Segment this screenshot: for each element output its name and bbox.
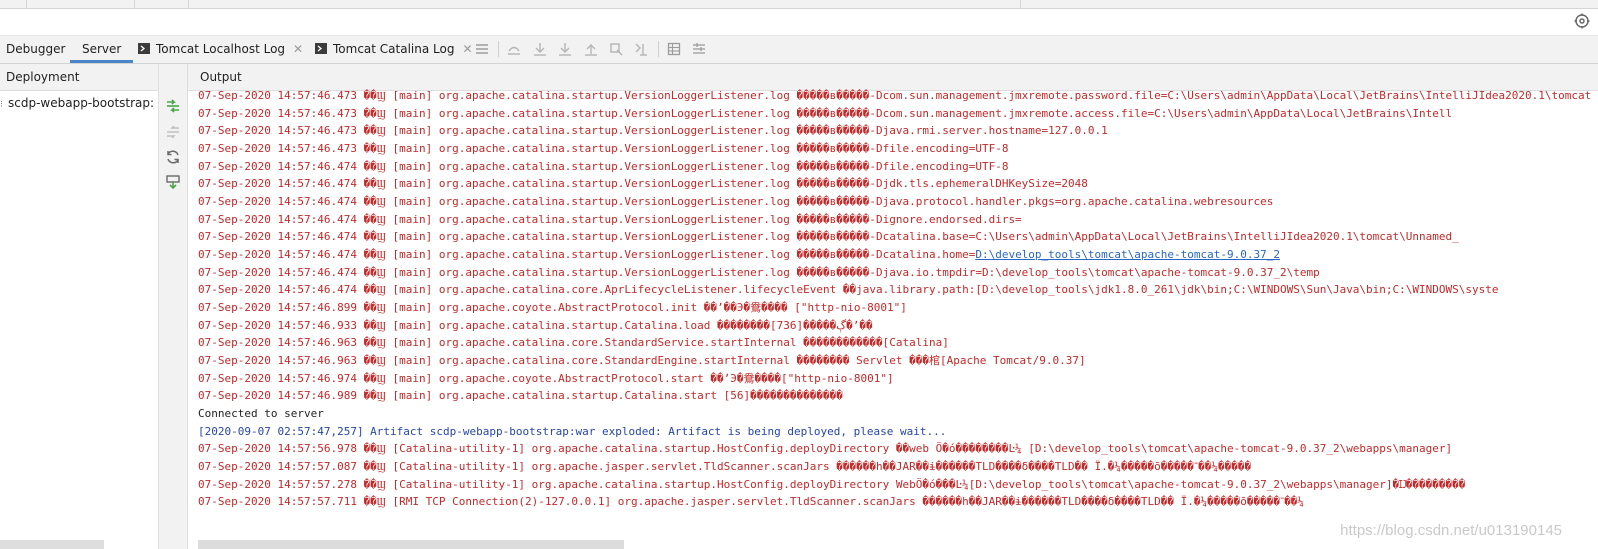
log-line: 07-Sep-2020 14:57:46.474 ��Ϣ [main] org.…: [198, 175, 1598, 193]
tab-label: Debugger: [6, 42, 66, 56]
log-line-text: Connected to server: [198, 407, 324, 421]
log-line-text: 07-Sep-2020 14:57:46.474 ��Ϣ [main] org.…: [198, 212, 1022, 226]
log-line-text: 07-Sep-2020 14:57:46.963 ��Ϣ [main] org.…: [198, 354, 1086, 368]
log-file-link[interactable]: D:\develop_tools\tomcat\apache-tomcat-9.…: [975, 248, 1280, 261]
tab-server[interactable]: Server: [70, 36, 134, 63]
log-line: [2020-09-07 02:57:47,257] Artifact scdp-…: [198, 423, 1598, 441]
step-out-icon[interactable]: [584, 42, 598, 56]
log-line: 07-Sep-2020 14:57:46.963 ��Ϣ [main] org.…: [198, 352, 1598, 370]
log-line-text: 07-Sep-2020 14:57:46.933 ��Ϣ [main] org.…: [198, 318, 873, 332]
deployment-item-label: scdp-webapp-bootstrap:: [8, 96, 155, 110]
log-line-text: 07-Sep-2020 14:57:46.474 ��Ϣ [main] org.…: [198, 265, 1320, 279]
log-line: 07-Sep-2020 14:57:46.474 ��Ϣ [main] org.…: [198, 158, 1598, 176]
log-line-text: 07-Sep-2020 14:57:46.963 ��Ϣ [main] org.…: [198, 336, 949, 350]
log-line-text: 07-Sep-2020 14:57:46.474 ��Ϣ [main] org.…: [198, 195, 1274, 209]
log-line-text: 07-Sep-2020 14:57:46.474 ��Ϣ [main] org.…: [198, 248, 976, 262]
deploy-icon[interactable]: [165, 98, 181, 114]
deployment-item[interactable]: ⁝ scdp-webapp-bootstrap:: [0, 94, 158, 112]
undeploy-icon[interactable]: [165, 124, 181, 140]
toolbar-divider: [658, 41, 659, 57]
tab-debugger[interactable]: Debugger: [6, 36, 65, 63]
log-line-text: 07-Sep-2020 14:57:56.978 ��Ϣ [Catalina-u…: [198, 442, 1453, 456]
artifact-icon: ⁝: [0, 100, 3, 110]
refresh-icon[interactable]: [165, 149, 181, 165]
log-line: 07-Sep-2020 14:57:46.473 ��Ϣ [main] org.…: [198, 87, 1598, 105]
horizontal-scrollbar[interactable]: [198, 540, 624, 549]
tab-label: Server: [82, 42, 122, 56]
log-line-text: 07-Sep-2020 14:57:46.974 ��Ϣ [main] org.…: [198, 371, 894, 385]
evaluate-expression-icon[interactable]: [667, 42, 681, 56]
log-line-text: 07-Sep-2020 14:57:57.087 ��Ϣ [Catalina-u…: [198, 460, 1252, 474]
log-line: 07-Sep-2020 14:57:46.474 ��Ϣ [main] org.…: [198, 264, 1598, 282]
output-panel: Output 07-Sep-2020 14:57:46.473 ��Ϣ [mai…: [188, 64, 1598, 549]
log-line: 07-Sep-2020 14:57:57.711 ��Ϣ [RMI TCP Co…: [198, 493, 1598, 511]
menu-lines-icon[interactable]: [475, 42, 489, 56]
watermark: https://blog.csdn.net/u013190145: [1340, 522, 1562, 539]
log-line: 07-Sep-2020 14:57:46.473 ��Ϣ [main] org.…: [198, 122, 1598, 140]
action-toolbar: [159, 64, 188, 549]
tab-label: Tomcat Catalina Log: [333, 42, 455, 56]
log-line-text: 07-Sep-2020 14:57:46.473 ��Ϣ [main] org.…: [198, 89, 1592, 102]
close-icon[interactable]: ✕: [462, 42, 472, 56]
log-line: 07-Sep-2020 14:57:46.474 ��Ϣ [main] org.…: [198, 281, 1598, 299]
step-over-icon[interactable]: [533, 42, 547, 56]
log-line-text: 07-Sep-2020 14:57:46.473 ��Ϣ [main] org.…: [198, 124, 1108, 138]
trace-settings-icon[interactable]: [692, 42, 706, 56]
log-line-text: 07-Sep-2020 14:57:57.711 ��Ϣ [RMI TCP Co…: [198, 495, 1305, 509]
top-strip-segment: [134, 0, 189, 8]
top-strip-segment: [188, 0, 1021, 8]
show-execution-point-icon[interactable]: [507, 42, 521, 56]
log-line: 07-Sep-2020 14:57:56.978 ��Ϣ [Catalina-u…: [198, 440, 1598, 458]
console-output[interactable]: 07-Sep-2020 14:57:46.473 ��Ϣ [main] org.…: [198, 87, 1598, 511]
horizontal-scrollbar[interactable]: [0, 540, 104, 549]
log-line-text: 07-Sep-2020 14:57:57.278 ��Ϣ [Catalina-u…: [198, 477, 1466, 491]
log-line: 07-Sep-2020 14:57:57.278 ��Ϣ [Catalina-u…: [198, 476, 1598, 494]
log-line-text: 07-Sep-2020 14:57:46.474 ��Ϣ [main] org.…: [198, 283, 1499, 297]
log-line-text: 07-Sep-2020 14:57:46.474 ��Ϣ [main] org.…: [198, 230, 1459, 244]
run-to-cursor-icon[interactable]: [634, 42, 648, 56]
log-line: 07-Sep-2020 14:57:46.474 ��Ϣ [main] org.…: [198, 246, 1598, 264]
log-line: 07-Sep-2020 14:57:46.474 ��Ϣ [main] org.…: [198, 193, 1598, 211]
console-icon: [315, 43, 327, 54]
log-line: 07-Sep-2020 14:57:57.087 ��Ϣ [Catalina-u…: [198, 458, 1598, 476]
tab-tomcat-localhost-log[interactable]: Tomcat Localhost Log ✕: [138, 36, 303, 63]
log-line: Connected to server: [198, 405, 1598, 423]
deploy-all-icon[interactable]: [165, 174, 181, 190]
tool-window-header: [0, 9, 1598, 36]
log-line-text: 07-Sep-2020 14:57:46.899 ��Ϣ [main] org.…: [198, 301, 907, 315]
log-line-text: 07-Sep-2020 14:57:46.473 ��Ϣ [main] org.…: [198, 142, 1009, 156]
top-strip-segment: [26, 0, 135, 8]
log-line: 07-Sep-2020 14:57:46.473 ��Ϣ [main] org.…: [198, 105, 1598, 123]
gear-icon[interactable]: [1574, 13, 1590, 29]
top-strip-segment: [0, 0, 27, 8]
log-line: 07-Sep-2020 14:57:46.963 ��Ϣ [main] org.…: [198, 334, 1598, 352]
close-icon[interactable]: ✕: [293, 42, 303, 56]
log-line: 07-Sep-2020 14:57:46.473 ��Ϣ [main] org.…: [198, 140, 1598, 158]
log-line: 07-Sep-2020 14:57:46.474 ��Ϣ [main] org.…: [198, 211, 1598, 229]
drop-frame-icon[interactable]: [609, 42, 623, 56]
toolbar-divider: [498, 41, 499, 57]
log-line-text: [2020-09-07 02:57:47,257] Artifact scdp-…: [198, 424, 947, 438]
log-line: 07-Sep-2020 14:57:46.933 ��Ϣ [main] org.…: [198, 317, 1598, 335]
log-line: 07-Sep-2020 14:57:46.474 ��Ϣ [main] org.…: [198, 228, 1598, 246]
deployment-panel: Deployment ⁝ scdp-webapp-bootstrap:: [0, 64, 159, 549]
tab-label: Tomcat Localhost Log: [156, 42, 286, 56]
log-line: 07-Sep-2020 14:57:46.989 ��Ϣ [main] org.…: [198, 387, 1598, 405]
tab-bar: Debugger Server Tomcat Localhost Log ✕ To…: [0, 36, 1598, 64]
log-line: 07-Sep-2020 14:57:46.899 ��Ϣ [main] org.…: [198, 299, 1598, 317]
deployment-header: Deployment: [0, 64, 158, 91]
step-into-icon[interactable]: [558, 42, 572, 56]
log-line-text: 07-Sep-2020 14:57:46.474 ��Ϣ [main] org.…: [198, 177, 1088, 191]
log-line: 07-Sep-2020 14:57:46.974 ��Ϣ [main] org.…: [198, 370, 1598, 388]
log-line-text: 07-Sep-2020 14:57:46.473 ��Ϣ [main] org.…: [198, 106, 1453, 120]
tab-tomcat-catalina-log[interactable]: Tomcat Catalina Log ✕: [315, 36, 473, 63]
log-line-text: 07-Sep-2020 14:57:46.474 ��Ϣ [main] org.…: [198, 159, 1009, 173]
log-line-text: 07-Sep-2020 14:57:46.989 ��Ϣ [main] org.…: [198, 389, 843, 403]
console-icon: [138, 43, 150, 54]
top-strip: [0, 0, 1598, 9]
